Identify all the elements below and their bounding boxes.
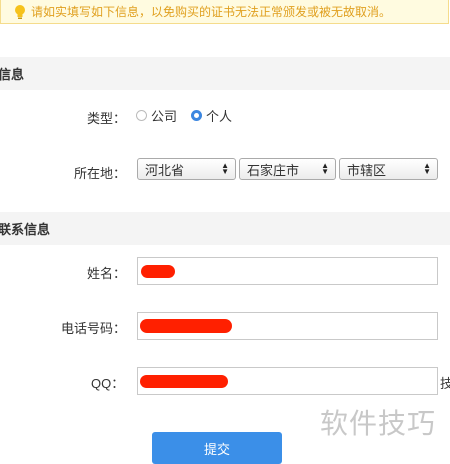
- type-label: 类型：: [87, 111, 127, 126]
- radio-personal[interactable]: 个人: [191, 106, 232, 125]
- section-header-info: 信息: [0, 57, 450, 90]
- radio-personal-label: 个人: [206, 109, 233, 124]
- side-text: 技: [440, 376, 450, 391]
- phone-input[interactable]: [137, 312, 438, 340]
- select-arrows-icon: ▲ ▼: [321, 161, 329, 176]
- qq-input[interactable]: [137, 367, 438, 395]
- radio-company-label: 公司: [151, 109, 178, 124]
- radio-personal-circle[interactable]: [191, 110, 203, 121]
- location-label: 所在地：: [74, 166, 127, 181]
- section-header-contact: 联系信息: [0, 212, 450, 245]
- province-select[interactable]: 河北省 ▲ ▼: [137, 158, 236, 180]
- province-value: 河北省: [145, 162, 185, 178]
- type-radio-group: 公司 个人: [136, 106, 246, 125]
- lightbulb-icon: [15, 4, 25, 19]
- qq-label: QQ：: [91, 376, 125, 391]
- submit-button[interactable]: 提交: [152, 432, 282, 464]
- redacted-phone: [140, 319, 232, 333]
- select-arrows-icon: ▲ ▼: [221, 161, 229, 176]
- watermark: 软件技巧: [320, 408, 437, 439]
- city-value: 石家庄市: [247, 162, 300, 178]
- district-select[interactable]: 市辖区 ▲ ▼: [339, 158, 438, 180]
- notice-banner: 请如实填写如下信息，以免购买的证书无法正常颁发或被无故取消。: [0, 0, 449, 24]
- phone-label: 电话号码：: [61, 321, 127, 336]
- redacted-qq: [140, 375, 228, 388]
- name-input[interactable]: [137, 257, 438, 285]
- section-title-info: 信息: [0, 67, 25, 82]
- redacted-name: [141, 265, 175, 278]
- name-label: 姓名：: [87, 266, 127, 281]
- section-title-contact: 联系信息: [0, 222, 51, 237]
- district-value: 市辖区: [347, 162, 387, 178]
- notice-text: 请如实填写如下信息，以免购买的证书无法正常颁发或被无故取消。: [31, 5, 392, 19]
- radio-company[interactable]: 公司: [136, 106, 177, 125]
- city-select[interactable]: 石家庄市 ▲ ▼: [239, 158, 336, 180]
- radio-company-circle[interactable]: [136, 110, 147, 121]
- select-arrows-icon: ▲ ▼: [423, 161, 431, 176]
